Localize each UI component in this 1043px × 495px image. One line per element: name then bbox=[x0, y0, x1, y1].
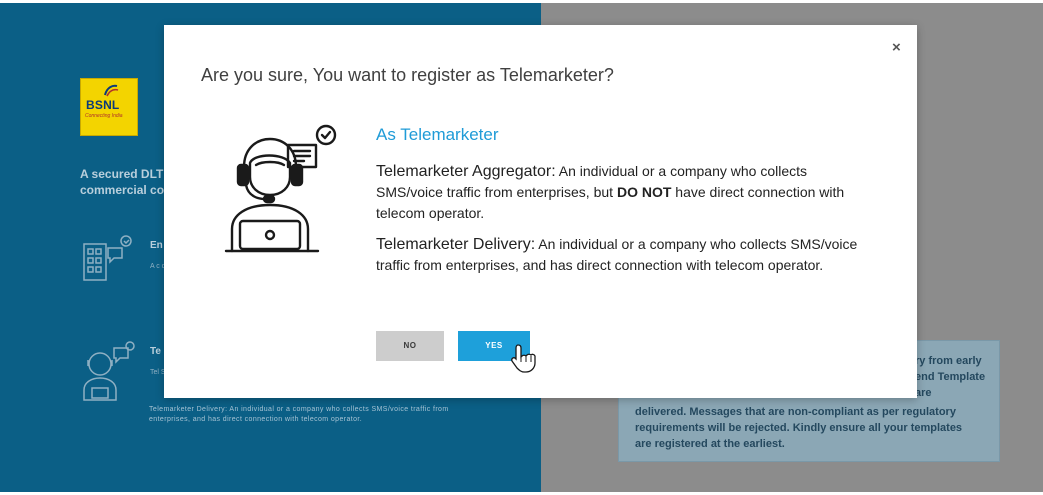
background-info-partial-text: ry from early end Template are bbox=[915, 355, 986, 399]
aggregator-description: Telemarketer Aggregator: An individual o… bbox=[376, 161, 866, 224]
telemarketer-headset-icon bbox=[224, 124, 337, 253]
register-telemarketer-dialog: × Are you sure, You want to register as … bbox=[164, 25, 917, 398]
no-button[interactable]: NO bbox=[376, 331, 444, 361]
background-section2-title: Te bbox=[150, 346, 161, 357]
background-heading: A secured DLT commercial co bbox=[80, 167, 165, 197]
logo-text: BSNL bbox=[86, 98, 120, 112]
background-section1-title: En bbox=[150, 240, 163, 251]
top-border bbox=[0, 0, 1043, 3]
delivery-description: Telemarketer Delivery: An individual or … bbox=[376, 234, 866, 276]
logo-tagline: Connecting India bbox=[85, 113, 123, 119]
bsnl-logo: BSNL Connecting India bbox=[80, 78, 138, 136]
close-button[interactable]: × bbox=[892, 39, 901, 56]
background-info-text: delivered. Messages that are non-complia… bbox=[635, 406, 963, 450]
background-delivery-description: Telemarketer Delivery: An individual or … bbox=[149, 406, 449, 423]
section-title: As Telemarketer bbox=[376, 125, 499, 144]
dialog-title: Are you sure, You want to register as Te… bbox=[201, 65, 614, 85]
aggregator-heading: Telemarketer Aggregator: bbox=[376, 163, 556, 180]
telemarketer-agent-icon-bg bbox=[83, 341, 135, 401]
bsnl-swirl-icon bbox=[104, 84, 119, 97]
hand-pointer-cursor-icon bbox=[511, 344, 536, 373]
aggregator-emphasis: DO NOT bbox=[616, 184, 672, 200]
delivery-heading: Telemarketer Delivery: bbox=[376, 236, 536, 253]
enterprise-building-icon bbox=[83, 235, 132, 281]
